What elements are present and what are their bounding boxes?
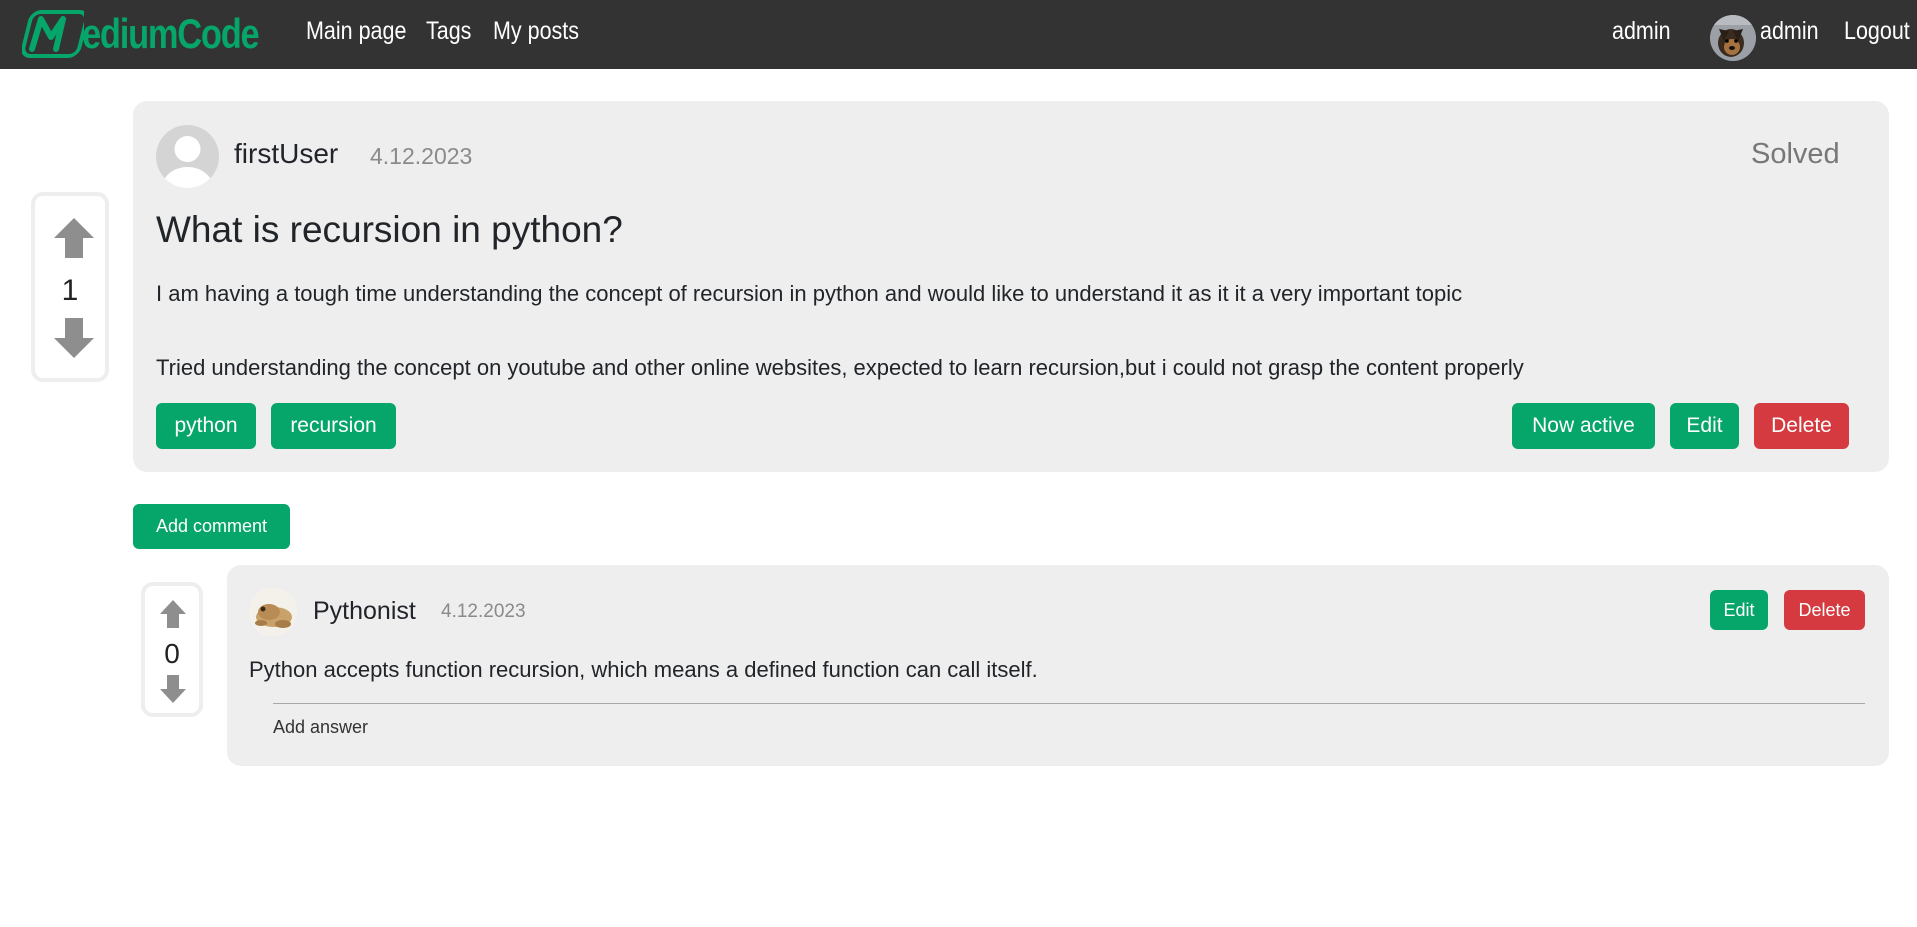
post-paragraph-2: Tried understanding the concept on youtu… <box>156 355 1524 380</box>
tag-python[interactable]: python <box>156 403 256 449</box>
comment-text: Python accepts function recursion, which… <box>249 657 1038 682</box>
post-paragraph-1: I am having a tough time understanding t… <box>156 281 1463 306</box>
nav-my-posts[interactable]: My posts <box>493 17 579 46</box>
post-delete-button[interactable]: Delete <box>1754 403 1849 449</box>
post-vote-count: 1 <box>61 274 79 307</box>
comment-edit-button[interactable]: Edit <box>1710 590 1768 630</box>
frog-avatar-icon[interactable] <box>249 588 297 636</box>
post-status: Solved <box>1751 138 1840 170</box>
user-avatar-icon[interactable] <box>156 125 219 188</box>
comment-card: Pythonist 4.12.2023 Edit Delete Python a… <box>227 565 1889 766</box>
comment-author[interactable]: Pythonist <box>313 597 416 626</box>
logout-link[interactable]: Logout <box>1844 17 1910 46</box>
comment-divider <box>273 703 1865 704</box>
vote-down-icon[interactable] <box>52 316 96 360</box>
tag-recursion[interactable]: recursion <box>271 403 396 449</box>
vote-up-icon[interactable] <box>52 216 96 260</box>
comment-vote-count: 0 <box>164 638 180 669</box>
add-answer-link[interactable]: Add answer <box>273 717 368 738</box>
add-comment-button[interactable]: Add comment <box>133 504 290 549</box>
post-author[interactable]: firstUser <box>234 138 338 170</box>
comment-vote-box: 0 <box>141 582 203 717</box>
dog-avatar-icon[interactable] <box>1710 15 1756 61</box>
logo-m-icon <box>22 10 84 58</box>
post-edit-button[interactable]: Edit <box>1670 403 1739 449</box>
navbar: ediumCode Main page Tags My posts admin … <box>0 0 1917 69</box>
post-vote-box: 1 <box>31 192 109 382</box>
comment-delete-button[interactable]: Delete <box>1784 590 1865 630</box>
comment-date: 4.12.2023 <box>441 601 526 622</box>
nav-profile-name[interactable]: admin <box>1760 17 1819 46</box>
nav-main-page[interactable]: Main page <box>306 17 406 46</box>
nav-tags[interactable]: Tags <box>426 17 471 46</box>
nav-user-label[interactable]: admin <box>1612 17 1671 46</box>
post-date: 4.12.2023 <box>370 143 473 169</box>
now-active-button[interactable]: Now active <box>1512 403 1655 449</box>
logo-text: ediumCode <box>82 10 260 57</box>
vote-up-icon[interactable] <box>159 599 187 629</box>
site-logo[interactable]: ediumCode <box>22 8 297 60</box>
post-title: What is recursion in python? <box>156 209 623 250</box>
post-card: firstUser 4.12.2023 Solved What is recur… <box>133 101 1889 472</box>
vote-down-icon[interactable] <box>159 674 187 704</box>
